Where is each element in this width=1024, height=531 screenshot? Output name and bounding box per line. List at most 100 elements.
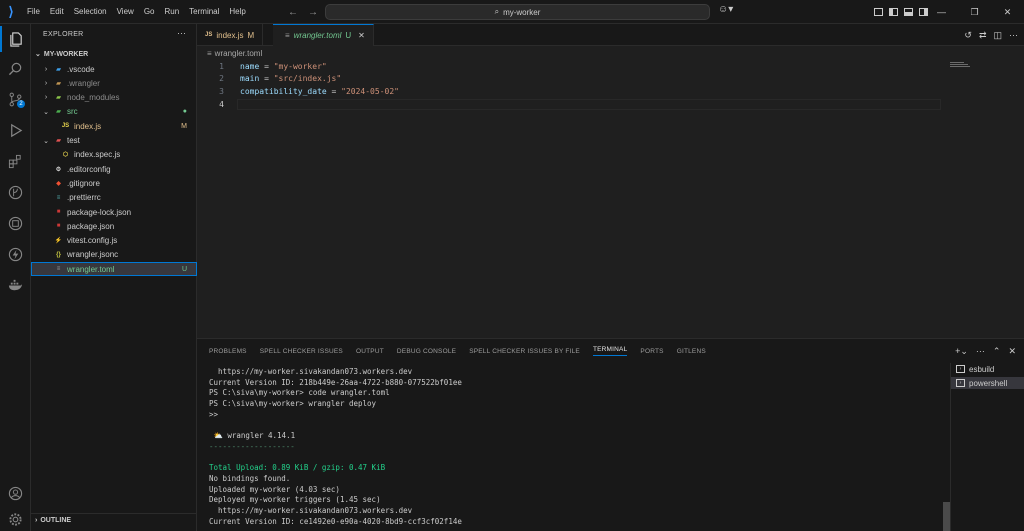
extensions-icon[interactable] <box>0 148 31 174</box>
code-line: 4 <box>197 98 224 110</box>
tree-item[interactable]: ≡ wrangler.toml U <box>31 262 197 277</box>
toml-value: "my-worker" <box>273 61 327 71</box>
menu-help[interactable]: Help <box>224 0 250 24</box>
terminal-item-esbuild[interactable]: › esbuild <box>951 363 1024 375</box>
remote-explorer-icon[interactable] <box>0 210 31 236</box>
chevron-icon: › <box>44 94 48 102</box>
test-js-icon: ⬡ <box>62 152 69 159</box>
command-center-text: my-worker <box>503 7 541 17</box>
git-status: M <box>181 122 187 130</box>
panel-tab-ports[interactable]: PORTS <box>640 348 663 355</box>
terminal-item-label: esbuild <box>969 364 995 374</box>
editor-actions: ↺ ⇄ ◫ ··· <box>964 24 1018 46</box>
minimap[interactable] <box>950 60 1010 338</box>
tree-item[interactable]: {} wrangler.jsonc <box>31 248 197 262</box>
tree-item[interactable]: ■ package.json <box>31 219 197 233</box>
panel-tab-spell-checker-by-file[interactable]: SPELL CHECKER ISSUES BY FILE <box>469 348 580 355</box>
panel-tabs: PROBLEMS SPELL CHECKER ISSUES OUTPUT DEB… <box>209 339 706 363</box>
navigation-arrows: ← → <box>288 0 318 24</box>
toggle-panel-icon[interactable] <box>904 8 913 16</box>
explorer-icon[interactable] <box>0 26 31 52</box>
forward-arrow-icon[interactable]: → <box>308 7 318 18</box>
more-actions-icon[interactable]: ··· <box>976 346 985 356</box>
settings-gear-icon[interactable] <box>0 506 31 531</box>
panel-tab-output[interactable]: OUTPUT <box>356 348 384 355</box>
more-actions-icon[interactable]: ··· <box>177 28 186 38</box>
toml-value: "2024-05-02" <box>341 86 399 96</box>
workspace-header[interactable]: ⌄ MY-WORKER <box>31 47 197 61</box>
menu-terminal[interactable]: Terminal <box>184 0 224 24</box>
line-number: 1 <box>219 61 224 71</box>
copilot-icon[interactable]: ☺▾ <box>718 4 733 15</box>
toml-key: compatibility_date <box>240 86 327 96</box>
maximize-panel-icon[interactable]: ⌃ <box>993 346 1001 357</box>
lightning-icon[interactable] <box>0 241 31 267</box>
tree-item-label: src <box>67 107 78 117</box>
tree-item[interactable]: › ▰ .vscode <box>31 62 197 76</box>
run-debug-icon[interactable] <box>0 117 31 143</box>
menu-edit[interactable]: Edit <box>45 0 69 24</box>
tab-wrangler-toml[interactable]: ≡ wrangler.toml U ✕ <box>273 24 374 46</box>
tab-label: index.js <box>216 30 244 40</box>
panel-tab-spell-checker[interactable]: SPELL CHECKER ISSUES <box>260 348 343 355</box>
menu-go[interactable]: Go <box>139 0 160 24</box>
terminal-item-powershell[interactable]: › powershell <box>951 377 1024 389</box>
tab-close-icon[interactable]: ✕ <box>358 31 365 40</box>
restore-icon[interactable]: ❐ <box>958 0 991 24</box>
explorer-title: EXPLORER <box>43 31 84 38</box>
menu-view[interactable]: View <box>112 0 139 24</box>
timeline-icon[interactable]: ↺ <box>964 30 972 41</box>
compare-changes-icon[interactable]: ⇄ <box>979 30 987 41</box>
tree-item[interactable]: ◆ .gitignore <box>31 176 197 190</box>
menu-run[interactable]: Run <box>159 0 184 24</box>
panel-tab-debug-console[interactable]: DEBUG CONSOLE <box>397 348 456 355</box>
tree-item-label: package-lock.json <box>67 207 132 217</box>
account-icon[interactable] <box>0 480 31 506</box>
split-editor-icon[interactable]: ◫ <box>993 30 1002 41</box>
source-control-icon[interactable]: 2 <box>0 86 31 112</box>
new-terminal-icon[interactable]: +⌄ <box>955 346 968 357</box>
breadcrumb[interactable]: ≡ wrangler.toml <box>197 46 262 60</box>
gitlens-icon[interactable] <box>0 179 31 205</box>
outline-section[interactable]: › OUTLINE <box>31 513 197 527</box>
minimize-icon[interactable]: — <box>925 0 958 24</box>
terminal-scrollbar[interactable] <box>943 502 950 531</box>
docker-icon[interactable] <box>0 272 31 298</box>
tree-item[interactable]: › ▰ .wrangler <box>31 76 197 90</box>
tree-item[interactable]: JS index.js M <box>31 119 197 133</box>
code-content: compatibility_date = "2024-05-02" <box>240 86 399 96</box>
command-center-search[interactable]: ⌕ my-worker <box>325 4 710 20</box>
close-icon[interactable]: ✕ <box>991 0 1024 24</box>
search-icon[interactable] <box>0 56 31 82</box>
close-panel-icon[interactable]: ✕ <box>1008 346 1016 357</box>
source-control-badge: 2 <box>17 100 25 108</box>
line-number: 4 <box>219 99 224 109</box>
code-editor[interactable]: 1 name = "my-worker" 2 main = "src/index… <box>197 60 1024 338</box>
tab-index-js[interactable]: JS index.js M <box>197 24 264 46</box>
code-line: 2 main = "src/index.js" <box>197 72 341 84</box>
tree-item[interactable]: ⚡ vitest.config.js <box>31 234 197 248</box>
tab-label: wrangler.toml <box>293 31 342 40</box>
back-arrow-icon[interactable]: ← <box>288 7 298 18</box>
code-line: 3 compatibility_date = "2024-05-02" <box>197 85 399 97</box>
tree-item[interactable]: › ▰ node_modules <box>31 91 197 105</box>
customize-layout-icon[interactable] <box>874 8 883 16</box>
terminal-output[interactable]: https://my-worker.sivakandan073.workers.… <box>197 363 943 531</box>
toggle-sidebar-icon[interactable] <box>889 8 898 16</box>
terminal-line: Deployed my-worker triggers (1.45 sec) <box>209 495 381 505</box>
tree-item[interactable]: ⬡ index.spec.js <box>31 148 197 162</box>
tree-item[interactable]: ⚙ .editorconfig <box>31 162 197 176</box>
tree-item-label: .editorconfig <box>67 164 111 174</box>
panel-tab-problems[interactable]: PROBLEMS <box>209 348 247 355</box>
panel-tab-terminal[interactable]: TERMINAL <box>592 346 628 356</box>
terminal-line: https://my-worker.sivakandan073.workers.… <box>209 367 413 376</box>
tree-item[interactable]: ⌄ ▰ test <box>31 134 197 148</box>
menu-selection[interactable]: Selection <box>69 0 112 24</box>
minimap-line <box>950 64 968 65</box>
panel-tab-gitlens[interactable]: GITLENS <box>677 348 706 355</box>
tree-item[interactable]: ⌄ ▰ src ● <box>31 105 197 119</box>
menu-file[interactable]: File <box>22 0 45 24</box>
more-actions-icon[interactable]: ··· <box>1009 30 1018 40</box>
tree-item[interactable]: ≡ .prettierrc <box>31 191 197 205</box>
tree-item[interactable]: ■ package-lock.json <box>31 205 197 219</box>
